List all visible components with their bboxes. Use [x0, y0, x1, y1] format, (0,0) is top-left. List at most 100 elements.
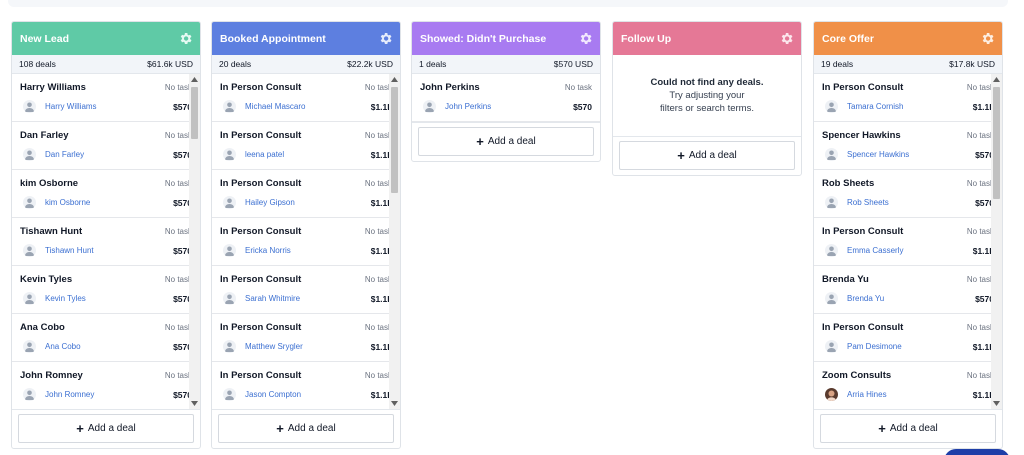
gear-icon[interactable]	[578, 31, 593, 46]
add-deal-button[interactable]: + Add a deal	[18, 414, 194, 443]
scroll-up-icon[interactable]	[389, 74, 400, 85]
deal-title: In Person Consult	[220, 178, 302, 189]
scrollbar[interactable]	[991, 74, 1002, 409]
contact-link[interactable]: Ana Cobo	[45, 342, 81, 351]
deal-card[interactable]: Ana Cobo No task Ana Cobo $570	[12, 314, 200, 362]
add-deal-button[interactable]: + Add a deal	[619, 141, 795, 170]
contact-link[interactable]: Rob Sheets	[847, 198, 889, 207]
deal-card[interactable]: In Person Consult No task Michael Mascar…	[212, 74, 400, 122]
chat-widget-button[interactable]	[944, 449, 1010, 455]
add-deal-label: Add a deal	[487, 136, 536, 147]
avatar-icon	[223, 244, 236, 257]
pipeline-board: New Lead 108 deals $61.6k USD Harry Will…	[0, 21, 1024, 455]
add-deal-label: Add a deal	[889, 423, 938, 434]
deal-card[interactable]: Harry Williams No task Harry Williams $5…	[12, 74, 200, 122]
contact-link[interactable]: Harry Williams	[45, 102, 97, 111]
deal-list: John Perkins No task John Perkins $570	[412, 74, 600, 122]
scroll-down-icon[interactable]	[389, 398, 400, 409]
contact-link[interactable]: Tamara Cornish	[847, 102, 903, 111]
contact-link[interactable]: Michael Mascaro	[245, 102, 305, 111]
scroll-up-icon[interactable]	[991, 74, 1002, 85]
scrollbar-thumb[interactable]	[993, 87, 1000, 199]
scrollbar-thumb[interactable]	[191, 87, 198, 139]
deal-title: In Person Consult	[220, 82, 302, 93]
task-status: No task	[164, 131, 192, 140]
contact-link[interactable]: Ericka Norris	[245, 246, 291, 255]
task-status: No task	[164, 275, 192, 284]
scrollbar[interactable]	[389, 74, 400, 409]
contact-link[interactable]: Emma Casserly	[847, 246, 903, 255]
task-status: No task	[966, 83, 994, 92]
deal-card[interactable]: Brenda Yu No task Brenda Yu $570	[814, 266, 1002, 314]
stage-column-follow-up: Follow Up Could not find any deals. Try …	[612, 21, 802, 176]
stage-header: Showed: Didn't Purchase	[412, 22, 600, 55]
deal-card[interactable]: In Person Consult No task Hailey Gipson …	[212, 170, 400, 218]
deal-card[interactable]: Zoom Consults No task Arria Hines $1.1k	[814, 362, 1002, 409]
stage-column-new-lead: New Lead 108 deals $61.6k USD Harry Will…	[11, 21, 201, 449]
deal-card[interactable]: Dan Farley No task Dan Farley $570	[12, 122, 200, 170]
scroll-down-icon[interactable]	[991, 398, 1002, 409]
add-deal-button[interactable]: + Add a deal	[418, 127, 594, 156]
contact-link[interactable]: Spencer Hawkins	[847, 150, 909, 159]
contact-link[interactable]: Kevin Tyles	[45, 294, 86, 303]
deal-title: Ana Cobo	[20, 322, 65, 333]
top-toolbar-edge	[8, 0, 1008, 7]
avatar-icon	[825, 340, 838, 353]
contact-link[interactable]: Tishawn Hunt	[45, 246, 94, 255]
contact-link[interactable]: Jason Compton	[245, 390, 301, 399]
gear-icon[interactable]	[779, 31, 794, 46]
deal-card[interactable]: John Romney No task John Romney $570	[12, 362, 200, 409]
task-status: No task	[966, 131, 994, 140]
deal-title: In Person Consult	[822, 226, 904, 237]
stage-header: Core Offer	[814, 22, 1002, 55]
deal-card[interactable]: In Person Consult No task Pam Desimone $…	[814, 314, 1002, 362]
stage-column-booked-appointment: Booked Appointment 20 deals $22.2k USD I…	[211, 21, 401, 449]
contact-link[interactable]: John Romney	[45, 390, 94, 399]
deal-card[interactable]: In Person Consult No task Emma Casserly …	[814, 218, 1002, 266]
deal-title: Kevin Tyles	[20, 274, 73, 285]
contact-link[interactable]: Pam Desimone	[847, 342, 902, 351]
scroll-down-icon[interactable]	[189, 398, 200, 409]
gear-icon[interactable]	[378, 31, 393, 46]
deal-card[interactable]: In Person Consult No task leena patel $1…	[212, 122, 400, 170]
deal-card[interactable]: In Person Consult No task Jason Compton …	[212, 362, 400, 409]
gear-icon[interactable]	[178, 31, 193, 46]
deal-title: In Person Consult	[822, 322, 904, 333]
contact-link[interactable]: kim Osborne	[45, 198, 90, 207]
stage-summary: 19 deals $17.8k USD	[814, 55, 1002, 74]
deal-card[interactable]: In Person Consult No task Tamara Cornish…	[814, 74, 1002, 122]
contact-link[interactable]: Arria Hines	[847, 390, 887, 399]
deal-card[interactable]: Tishawn Hunt No task Tishawn Hunt $570	[12, 218, 200, 266]
avatar-icon	[223, 388, 236, 401]
deal-card[interactable]: kim Osborne No task kim Osborne $570	[12, 170, 200, 218]
deal-card[interactable]: In Person Consult No task Matthew Srygle…	[212, 314, 400, 362]
contact-link[interactable]: Dan Farley	[45, 150, 84, 159]
contact-link[interactable]: Brenda Yu	[847, 294, 884, 303]
deal-card[interactable]: In Person Consult No task Sarah Whitmire…	[212, 266, 400, 314]
avatar-icon	[223, 340, 236, 353]
deal-card[interactable]: John Perkins No task John Perkins $570	[412, 74, 600, 122]
plus-icon: +	[677, 148, 685, 163]
deal-title: Harry Williams	[20, 82, 86, 93]
deal-card[interactable]: Spencer Hawkins No task Spencer Hawkins …	[814, 122, 1002, 170]
gear-icon[interactable]	[980, 31, 995, 46]
stage-summary: 20 deals $22.2k USD	[212, 55, 400, 74]
deal-card[interactable]: In Person Consult No task Ericka Norris …	[212, 218, 400, 266]
contact-link[interactable]: Sarah Whitmire	[245, 294, 300, 303]
contact-link[interactable]: Hailey Gipson	[245, 198, 295, 207]
scrollbar-thumb[interactable]	[391, 87, 398, 193]
add-deal-button[interactable]: + Add a deal	[218, 414, 394, 443]
deal-card[interactable]: Rob Sheets No task Rob Sheets $570	[814, 170, 1002, 218]
scrollbar[interactable]	[189, 74, 200, 409]
deal-title: John Romney	[20, 370, 83, 381]
task-status: No task	[564, 83, 592, 92]
contact-link[interactable]: John Perkins	[445, 102, 491, 111]
contact-link[interactable]: Matthew Srygler	[245, 342, 303, 351]
deal-card[interactable]: Kevin Tyles No task Kevin Tyles $570	[12, 266, 200, 314]
scroll-up-icon[interactable]	[189, 74, 200, 85]
add-deal-button[interactable]: + Add a deal	[820, 414, 996, 443]
task-status: No task	[966, 371, 994, 380]
deal-total: $570 USD	[553, 59, 593, 69]
stage-summary: 108 deals $61.6k USD	[12, 55, 200, 74]
contact-link[interactable]: leena patel	[245, 150, 284, 159]
